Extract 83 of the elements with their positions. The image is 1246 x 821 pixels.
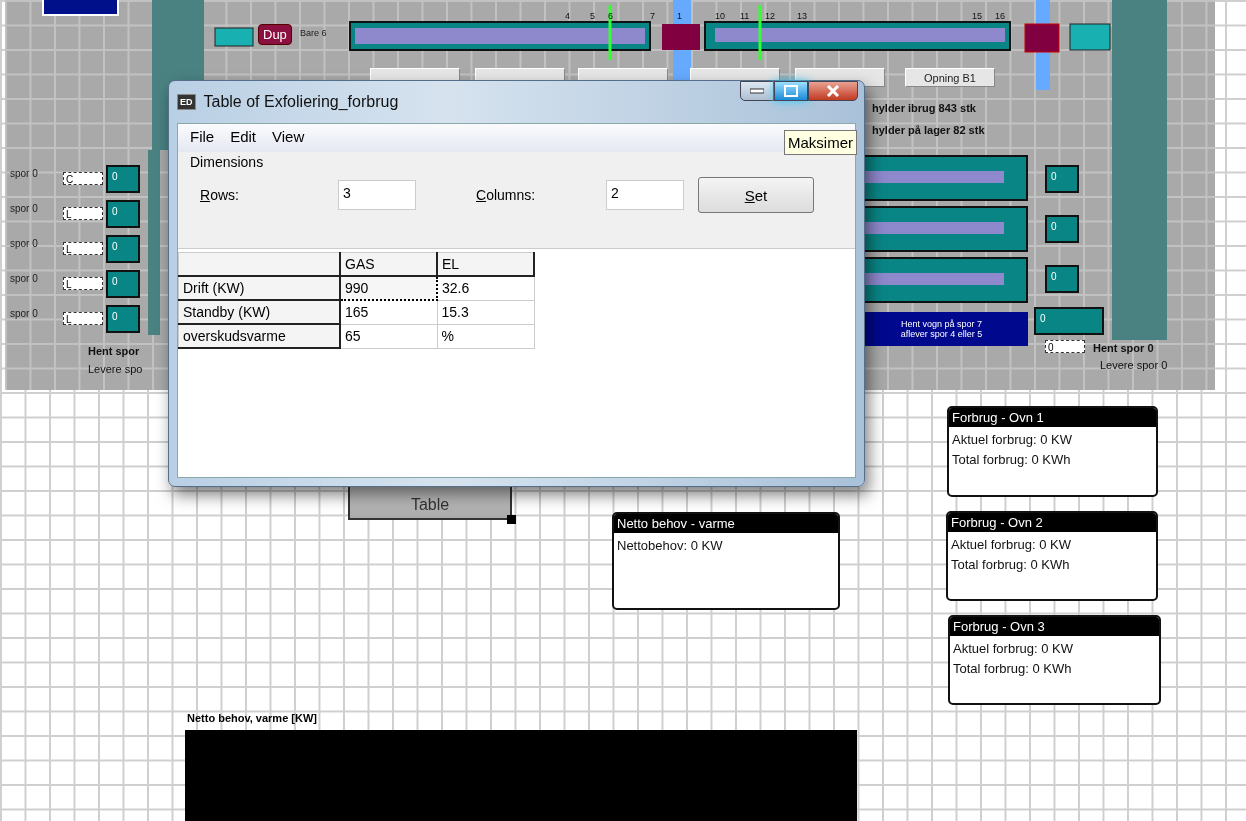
track-number: 12 [765, 11, 775, 21]
columns-field[interactable]: 2 [606, 180, 684, 210]
maximize-button[interactable] [774, 81, 808, 101]
table-cell[interactable]: 15.3 [437, 300, 534, 324]
columns-label: Columns: [476, 187, 537, 203]
column-header: EL [437, 252, 534, 276]
maximize-icon [784, 85, 798, 97]
track-number: 4 [565, 11, 570, 21]
count-box: 0 [106, 165, 140, 193]
minimize-button[interactable] [740, 81, 774, 101]
instruction-text: Hent vogn på spor 7 [899, 319, 984, 329]
track-field[interactable]: L [63, 277, 103, 290]
table-cell[interactable]: 65 [340, 324, 437, 348]
monitor-reading: Total forbrug: 0 KWh [951, 451, 1072, 467]
track-label: spor 0 [10, 308, 38, 319]
track-number: 6 [608, 11, 613, 21]
row-header: overskudsvarme [178, 324, 340, 348]
window-title: Table of Exfoliering_forbrug [203, 93, 399, 111]
row-header: Standby (KW) [178, 300, 340, 324]
track-number: 5 [590, 11, 595, 21]
track-number: 15 [972, 11, 982, 21]
count-box: 0 [1045, 265, 1079, 293]
track-number: 10 [715, 11, 725, 21]
monitor-title: Forbrug - Ovn 2 [948, 513, 1156, 532]
pickup-label: Hent spor [88, 345, 140, 357]
monitor-reading: Aktuel forbrug: 0 KW [952, 640, 1074, 656]
track-label: spor 0 [10, 238, 38, 249]
track-field[interactable]: 0 [1045, 340, 1085, 353]
table-cell[interactable]: 165 [340, 300, 437, 324]
monitor-reading: Aktuel forbrug: 0 KW [951, 431, 1073, 447]
menu-item[interactable]: View [272, 128, 305, 148]
menu-item[interactable]: File [190, 128, 215, 148]
track-number: 7 [650, 11, 655, 21]
track-label: spor 0 [10, 273, 38, 284]
track-number: 13 [797, 11, 807, 21]
tooltip: Maksimer [784, 130, 857, 155]
menu-item[interactable]: Edit [230, 128, 257, 148]
count-box: 0 [1045, 215, 1079, 243]
table-cell[interactable]: 990 [340, 276, 437, 300]
rows-field[interactable]: 3 [338, 180, 416, 210]
count-box: 0 [106, 305, 140, 333]
monitor-reading: Aktuel forbrug: 0 KW [950, 536, 1072, 552]
monitor-title: Netto behov - varme [614, 514, 838, 533]
table-cell[interactable]: % [437, 324, 534, 348]
monitor-reading: Total forbrug: 0 KWh [952, 660, 1073, 676]
pickup-label: Hent spor 0 [1093, 342, 1154, 354]
dup-tag: Dup [258, 24, 292, 45]
chart-label: Netto behov, varme [KW] [187, 712, 317, 724]
monitor-title: Forbrug - Ovn 1 [949, 408, 1156, 427]
resize-handle[interactable] [507, 515, 516, 524]
instruction-text: aflever spor 4 eller 5 [899, 329, 984, 339]
monitor-title: Forbrug - Ovn 3 [950, 617, 1159, 636]
bar-label: Bare 6 [300, 28, 327, 38]
track-label: spor 0 [10, 203, 38, 214]
panel-button[interactable]: Opning B1 [905, 68, 995, 87]
column-header: GAS [340, 252, 437, 276]
track-field[interactable]: C [63, 172, 103, 185]
track-label: spor 0 [10, 168, 38, 179]
delivery-label: Levere spo [88, 363, 143, 375]
count-box: 0 [106, 200, 140, 228]
row-header: Drift (KW) [178, 276, 340, 300]
track-number: 16 [995, 11, 1005, 21]
track-field[interactable]: L [63, 207, 103, 220]
track-field[interactable]: L [63, 312, 103, 325]
delivery-label: Levere spor 0 [1100, 359, 1168, 371]
table-cell[interactable]: 32.6 [437, 276, 534, 300]
count-box: 0 [1034, 307, 1104, 335]
close-button[interactable] [808, 81, 858, 101]
close-icon [826, 85, 840, 97]
track-field[interactable]: L [63, 242, 103, 255]
app-icon: ED [177, 94, 196, 110]
count-box: 0 [106, 270, 140, 298]
count-box: 0 [106, 235, 140, 263]
monitor-reading: Nettobehov: 0 KW [616, 537, 724, 553]
set-button[interactable]: Set [698, 177, 814, 213]
group-label: Dimensions [189, 153, 265, 172]
track-number: 1 [677, 11, 682, 21]
count-box: 0 [1045, 165, 1079, 193]
shelves-in-stock: hylder på lager 82 stk [872, 124, 985, 136]
monitor-reading: Total forbrug: 0 KWh [950, 556, 1071, 572]
rows-label: Rows: [200, 187, 240, 203]
track-number: 11 [740, 11, 750, 21]
shelves-in-use: hylder ibrug 843 stk [872, 102, 976, 114]
